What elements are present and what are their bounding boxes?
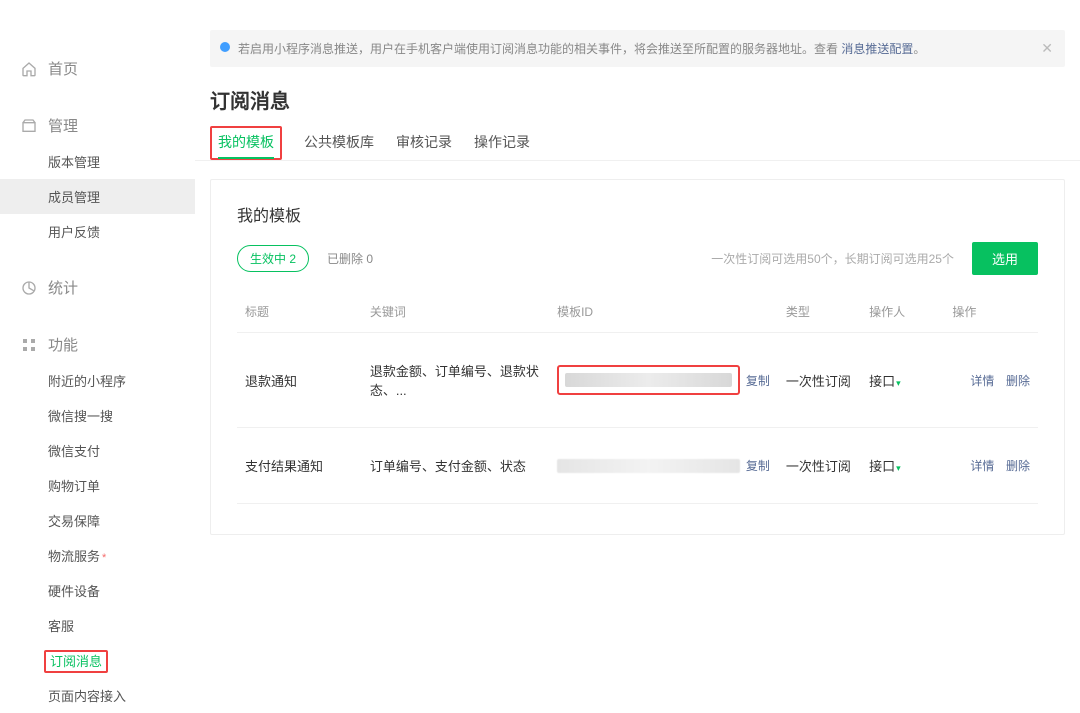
col-id: 模板ID	[549, 291, 778, 333]
table-row: 退款通知 退款金额、订单编号、退款状态、... 复制 一次性订阅 接口▾	[237, 333, 1038, 428]
copy-link[interactable]: 复制	[746, 457, 770, 474]
cell-type: 一次性订阅	[778, 428, 861, 504]
template-table: 标题 关键词 模板ID 类型 操作人 操作 退款通知 退款金额、订单编号、退款状…	[237, 291, 1038, 504]
alert-link[interactable]: 消息推送配置	[841, 42, 913, 56]
chevron-down-icon: ▾	[896, 463, 901, 473]
tab-operation-log[interactable]: 操作记录	[474, 126, 530, 160]
sidebar-item-nearby[interactable]: 附近的小程序	[0, 363, 195, 398]
alert-text: 若启用小程序消息推送，用户在手机客户端使用订阅消息功能的相关事件，将会推送至所配…	[238, 42, 841, 56]
chevron-down-icon: ▾	[896, 378, 901, 388]
col-keywords: 关键词	[362, 291, 549, 333]
sidebar-item-version[interactable]: 版本管理	[0, 144, 195, 179]
col-type: 类型	[778, 291, 861, 333]
sidebar-manage-head[interactable]: 管理	[0, 107, 195, 144]
cell-operator: 接口▾	[861, 333, 944, 428]
sidebar-item-hardware[interactable]: 硬件设备	[0, 573, 195, 608]
detail-link[interactable]: 详情	[970, 374, 994, 388]
alert-banner: 若启用小程序消息推送，用户在手机客户端使用订阅消息功能的相关事件，将会推送至所配…	[210, 30, 1065, 67]
sidebar-item-support[interactable]: 客服	[0, 608, 195, 643]
copy-link[interactable]: 复制	[746, 372, 770, 389]
highlight-box: 我的模板	[210, 126, 282, 160]
inbox-icon	[20, 117, 38, 135]
delete-link[interactable]: 删除	[1006, 374, 1030, 388]
cell-keywords: 订单编号、支付金额、状态	[362, 428, 549, 504]
sidebar-item-search[interactable]: 微信搜一搜	[0, 398, 195, 433]
close-icon[interactable]: ✕	[1041, 40, 1053, 57]
sidebar-stats-head[interactable]: 统计	[0, 269, 195, 306]
detail-link[interactable]: 详情	[970, 459, 994, 473]
cell-actions: 详情 删除	[944, 333, 1038, 428]
sidebar-home[interactable]: 首页	[0, 50, 195, 87]
sidebar-features-head[interactable]: 功能	[0, 326, 195, 363]
cell-title: 退款通知	[237, 333, 362, 428]
col-title: 标题	[237, 291, 362, 333]
grid-icon	[20, 336, 38, 354]
table-row: 支付结果通知 订单编号、支付金额、状态 复制 一次性订阅 接口▾ 详情	[237, 428, 1038, 504]
masked-id	[565, 373, 732, 387]
sidebar-item-members[interactable]: 成员管理	[0, 179, 195, 214]
col-action: 操作	[944, 291, 1038, 333]
sidebar-item-pay[interactable]: 微信支付	[0, 433, 195, 468]
filter-deleted[interactable]: 已删除 0	[327, 250, 373, 267]
panel-toolbar: 生效中 2 已删除 0 一次性订阅可选用50个，长期订阅可选用25个 选用	[237, 242, 1038, 275]
sidebar-stats-label: 统计	[48, 277, 78, 298]
sidebar-item-subscribe[interactable]: 订阅消息	[0, 643, 195, 678]
cell-operator: 接口▾	[861, 428, 944, 504]
page-title: 订阅消息	[195, 85, 1080, 126]
select-button[interactable]: 选用	[972, 242, 1038, 275]
sidebar-item-logistics[interactable]: 物流服务*	[0, 538, 195, 573]
cell-template-id: 复制	[549, 428, 778, 504]
tab-my-templates[interactable]: 我的模板	[218, 128, 274, 158]
cell-template-id: 复制	[549, 333, 778, 428]
sidebar-manage-items: 版本管理 成员管理 用户反馈	[0, 144, 195, 249]
main-content: 若启用小程序消息推送，用户在手机客户端使用订阅消息功能的相关事件，将会推送至所配…	[195, 0, 1080, 586]
filter-active-pill[interactable]: 生效中 2	[237, 245, 309, 272]
sidebar-item-feedback[interactable]: 用户反馈	[0, 214, 195, 249]
quota-hint: 一次性订阅可选用50个，长期订阅可选用25个	[711, 250, 954, 267]
cell-title: 支付结果通知	[237, 428, 362, 504]
operator-dropdown[interactable]: 接口▾	[869, 459, 901, 474]
sidebar-item-trade[interactable]: 交易保障	[0, 503, 195, 538]
masked-id	[557, 459, 740, 473]
pie-icon	[20, 279, 38, 297]
panel-title: 我的模板	[237, 202, 1038, 226]
home-icon	[20, 60, 38, 78]
cell-type: 一次性订阅	[778, 333, 861, 428]
tab-bar: 我的模板 公共模板库 审核记录 操作记录	[195, 126, 1080, 161]
operator-dropdown[interactable]: 接口▾	[869, 374, 901, 389]
sidebar: 首页 管理 版本管理 成员管理 用户反馈 统计 功能	[0, 0, 195, 586]
delete-link[interactable]: 删除	[1006, 459, 1030, 473]
tab-review-log[interactable]: 审核记录	[396, 126, 452, 160]
sidebar-manage-label: 管理	[48, 115, 78, 136]
sidebar-home-label: 首页	[48, 58, 78, 79]
cell-actions: 详情 删除	[944, 428, 1038, 504]
tab-public-library[interactable]: 公共模板库	[304, 126, 374, 160]
highlight-box	[557, 365, 740, 395]
highlight-box: 订阅消息	[44, 650, 108, 673]
cell-keywords: 退款金额、订单编号、退款状态、...	[362, 333, 549, 428]
alert-suffix: 。	[913, 42, 925, 56]
info-icon	[220, 42, 230, 52]
template-panel: 我的模板 生效中 2 已删除 0 一次性订阅可选用50个，长期订阅可选用25个 …	[210, 179, 1065, 535]
sidebar-features-label: 功能	[48, 334, 78, 355]
sidebar-item-orders[interactable]: 购物订单	[0, 468, 195, 503]
required-dot-icon: *	[102, 552, 106, 564]
col-operator: 操作人	[861, 291, 944, 333]
sidebar-item-page-content[interactable]: 页面内容接入	[0, 678, 195, 713]
sidebar-features-items: 附近的小程序 微信搜一搜 微信支付 购物订单 交易保障 物流服务* 硬件设备 客…	[0, 363, 195, 713]
